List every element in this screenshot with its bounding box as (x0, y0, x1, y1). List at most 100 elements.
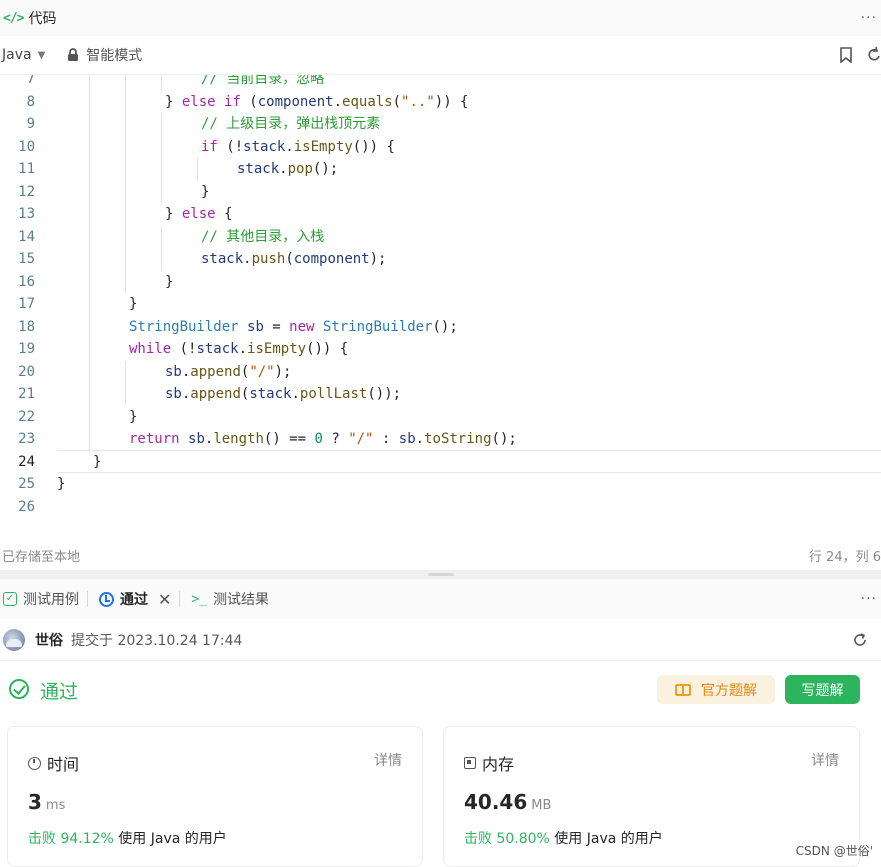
write-solution-button[interactable]: 写题解 (785, 675, 860, 704)
code-text: stack.push(component); (201, 251, 387, 267)
code-text: } (93, 453, 102, 470)
code-icon: </> (3, 10, 25, 26)
language-select[interactable]: Java ▼ (2, 47, 45, 63)
memory-chip-icon (464, 757, 476, 769)
code-text: } (165, 273, 174, 290)
saved-status: 已存储至本地 (2, 550, 81, 565)
code-text: } (201, 183, 210, 200)
refresh-icon[interactable] (853, 633, 867, 647)
stopwatch-icon (28, 756, 41, 770)
lock-icon (68, 48, 79, 61)
line-number: 24 (18, 453, 35, 470)
code-line[interactable]: 8} else if (component.equals("..")) { (0, 91, 881, 114)
code-panel-header: </> 代码 ··· (0, 0, 881, 36)
line-number: 11 (18, 161, 35, 177)
tab-testcase[interactable]: ✓ 测试用例 (0, 579, 79, 619)
chevron-down-icon: ▼ (37, 49, 46, 61)
code-line[interactable]: 22} (0, 406, 881, 429)
line-number: 21 (18, 386, 35, 402)
smart-mode-toggle[interactable]: 智能模式 (67, 45, 142, 65)
code-line[interactable]: 24} (0, 451, 881, 474)
memory-value: 40.46 MB (464, 790, 551, 814)
code-line[interactable]: 12} (0, 181, 881, 204)
code-line[interactable]: 23 return sb.length() == 0 ? "/" : sb.toS… (0, 428, 881, 451)
line-number: 25 (18, 476, 35, 492)
code-text: if (!stack.isEmpty()) { (201, 138, 395, 155)
memory-number: 40.46 (464, 790, 528, 814)
code-line[interactable]: 13} else { (0, 203, 881, 226)
code-text: while (!stack.isEmpty()) { (129, 341, 349, 357)
tab-passed-label: 通过 (120, 592, 148, 608)
code-panel: </> 代码 ··· Java ▼ 智能模式 7// 当前目录，忽略 8} e… (0, 0, 881, 570)
line-number: 10 (18, 138, 35, 155)
line-number: 14 (18, 228, 35, 245)
toolbar-right-icons (839, 47, 881, 63)
line-number: 22 (18, 408, 35, 425)
tab-test-result-label: 测试结果 (213, 592, 270, 608)
result-summary: 通过 官方题解 写题解 (0, 675, 881, 709)
panel-splitter-handle[interactable] (428, 573, 454, 576)
code-line[interactable]: 14 // 其他目录，入栈 (0, 226, 881, 249)
line-number: 12 (18, 183, 35, 200)
code-line[interactable]: 11 stack.pop(); (0, 158, 881, 181)
code-line[interactable]: 15 stack.push(component); (0, 248, 881, 271)
code-line[interactable]: 17} (0, 293, 881, 316)
more-options-icon[interactable]: ··· (861, 591, 877, 607)
tab-passed[interactable]: 通过 ✕ (96, 579, 171, 619)
code-line[interactable]: 10 if (!stack.isEmpty()) { (0, 136, 881, 159)
memory-card-header: 内存 (464, 751, 514, 775)
result-status: 通过 (40, 681, 79, 703)
runtime-beat-prefix: 击败 (28, 831, 56, 847)
language-label: Java (2, 47, 32, 63)
code-text: } (129, 296, 138, 312)
runtime-card-header: 时间 (28, 751, 79, 775)
runtime-unit: ms (45, 798, 66, 813)
code-line[interactable]: 26 (0, 496, 881, 519)
more-options-icon[interactable]: ··· (861, 10, 877, 26)
code-editor[interactable]: 7 // 当前目录，忽略 8} else if (component.equals(… (0, 75, 881, 530)
code-line[interactable]: 7 // 当前目录，忽略 (0, 75, 881, 91)
code-text: // 当前目录，忽略 (201, 75, 325, 87)
official-solution-button[interactable]: 官方题解 (657, 675, 775, 704)
line-number: 15 (18, 251, 35, 267)
code-line[interactable]: 16} (0, 271, 881, 294)
watermark: CSDN @世俗' (795, 842, 873, 859)
bookmark-icon[interactable] (839, 47, 853, 63)
tab-testcase-label: 测试用例 (23, 592, 79, 608)
runtime-detail-link[interactable]: 详情 (374, 750, 402, 770)
line-number: 17 (18, 296, 35, 312)
indent-guide (161, 113, 162, 203)
indent-guide (89, 75, 90, 451)
reset-icon[interactable] (867, 47, 881, 63)
line-number: 19 (18, 341, 35, 357)
line-number: 7 (26, 75, 35, 87)
runtime-beat: 击败 94.12% 使用 Java 的用户 (28, 828, 227, 848)
avatar[interactable] (3, 628, 25, 651)
line-number: 9 (26, 116, 35, 132)
line-number: 23 (18, 431, 35, 447)
memory-detail-link[interactable]: 详情 (811, 750, 839, 770)
code-line[interactable]: 18 StringBuilder sb = new StringBuilder()… (0, 316, 881, 339)
check-circle-icon (9, 679, 29, 699)
indent-guide (161, 75, 162, 91)
code-text: StringBuilder sb = new StringBuilder(); (129, 318, 458, 335)
code-line[interactable]: 9 // 上级目录，弹出栈顶元素 (0, 113, 881, 136)
memory-beat: 击败 50.80% 使用 Java 的用户 (464, 828, 663, 848)
submitter-name[interactable]: 世俗 (35, 630, 63, 650)
code-line[interactable]: 19 while (!stack.isEmpty()) { (0, 338, 881, 361)
indent-guide (161, 225, 162, 271)
code-line[interactable]: 21 sb.append(stack.pollLast()); (0, 383, 881, 406)
code-line[interactable]: 20 sb.append("/"); (0, 361, 881, 384)
indent-guide (197, 158, 198, 181)
memory-title: 内存 (482, 755, 515, 774)
code-line[interactable]: 25} (0, 473, 881, 496)
runtime-card[interactable]: 时间 详情 3 ms 击败 94.12% 使用 Java 的用户 (7, 726, 423, 867)
editor-toolbar: Java ▼ 智能模式 (0, 36, 881, 75)
result-panel: ✓ 测试用例 通过 ✕ >_ 测试结果 ··· 世俗 提交于 2023.10.2… (0, 579, 881, 867)
indent-guide (125, 360, 126, 406)
tab-test-result[interactable]: >_ 测试结果 (188, 579, 269, 619)
close-icon[interactable]: ✕ (158, 590, 171, 609)
clock-icon (99, 591, 114, 607)
line-number: 18 (18, 318, 35, 335)
line-number: 13 (18, 206, 35, 222)
